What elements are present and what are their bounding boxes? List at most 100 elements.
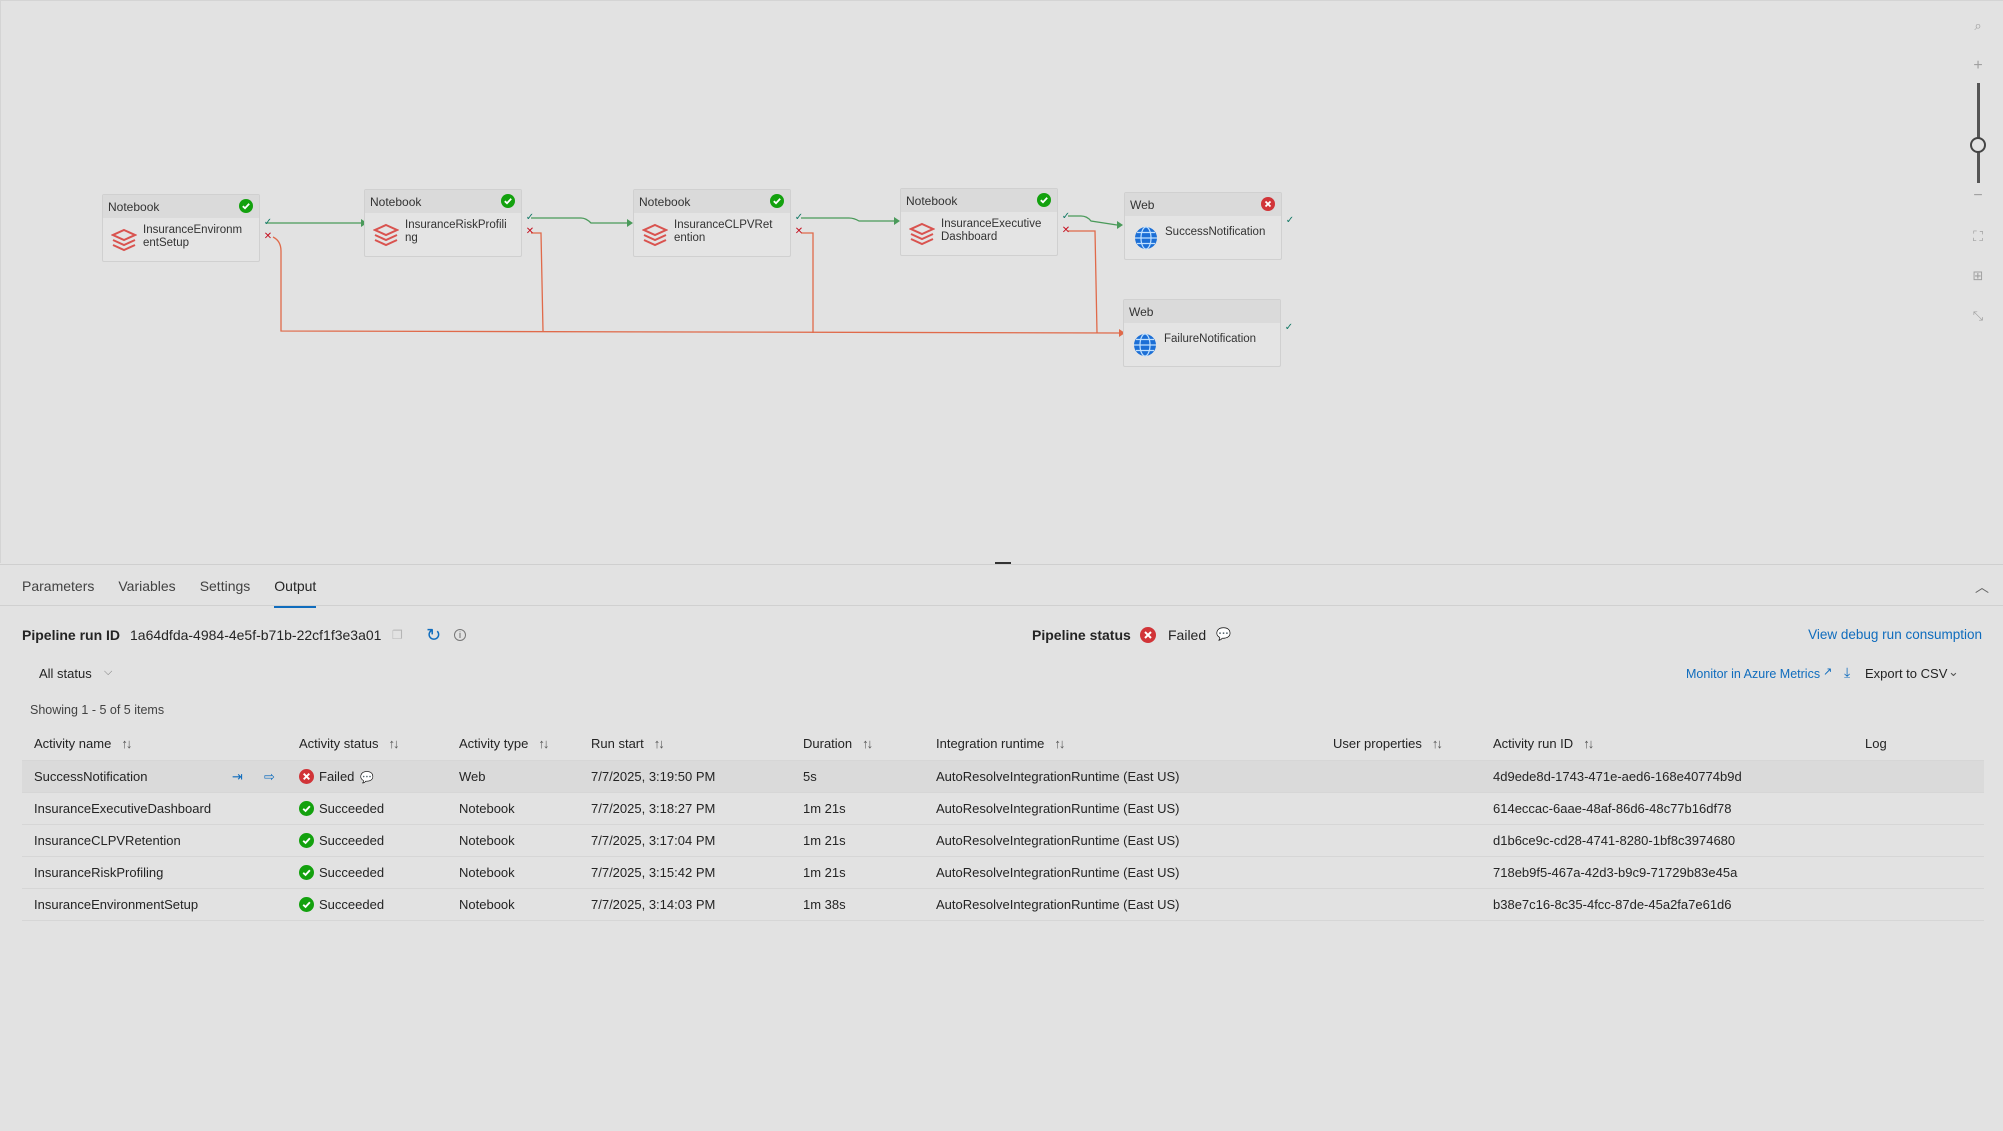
table-row[interactable]: SuccessNotification ⇥ ⇨ Failed 💬 Web 7/7/… [22, 761, 1984, 793]
node-name: InsuranceRiskProfiling [405, 219, 507, 244]
download-icon[interactable]: ⤓ [1844, 664, 1850, 681]
node-header: Notebook [365, 190, 521, 213]
info-icon[interactable]: i [454, 629, 466, 641]
failure-port[interactable]: ✕ [263, 232, 273, 242]
failed-icon [1261, 197, 1275, 211]
success-port[interactable]: ✓ [1284, 323, 1294, 333]
failure-edge-2 [531, 232, 544, 332]
activity-node-environment-setup[interactable]: Notebook InsuranceEnvironmentSetup ✓ ✕ [102, 194, 272, 262]
node-name: InsuranceExecutiveDashboard [941, 218, 1042, 243]
divider [0, 605, 2003, 606]
zoom-slider-thumb[interactable] [1970, 137, 1986, 153]
zoom-in-icon[interactable]: + [1967, 55, 1989, 77]
activity-name[interactable]: InsuranceExecutiveDashboard [34, 801, 211, 816]
chevron-down-icon[interactable]: ⌵ [104, 666, 112, 679]
integration-runtime: AutoResolveIntegrationRuntime (East US) [936, 833, 1180, 848]
zoom-slider[interactable] [1977, 83, 1980, 183]
pipeline-status-label: Pipeline status [1032, 627, 1131, 643]
header-activity-run-id[interactable]: Activity run ID ↑↓ [1493, 736, 1594, 751]
tab-output[interactable]: Output [274, 578, 317, 608]
auto-align-icon[interactable]: ⊞ [1967, 265, 1989, 287]
chevron-up-icon[interactable]: ︿ [1975, 577, 1989, 597]
activity-node-success-notification[interactable]: Web SuccessNotification ✓ [1124, 192, 1294, 260]
activity-node-clpv-retention[interactable]: Notebook InsuranceCLPVRetention ✓ ✕ [633, 189, 803, 257]
table-row[interactable]: InsuranceCLPVRetention Succeeded Noteboo… [22, 825, 1984, 857]
feedback-icon[interactable]: 💬 [360, 772, 374, 784]
integration-runtime: AutoResolveIntegrationRuntime (East US) [936, 865, 1180, 880]
sort-icon: ↑↓ [121, 736, 132, 751]
success-port[interactable]: ✓ [794, 213, 804, 223]
input-icon[interactable]: ⇥ [232, 769, 243, 785]
succeeded-icon [299, 801, 314, 816]
node-name: InsuranceCLPVRetention [674, 219, 773, 244]
success-port[interactable]: ✓ [1285, 216, 1295, 226]
failure-edge-4 [1068, 230, 1098, 334]
failure-edge-3 [801, 232, 814, 333]
integration-runtime: AutoResolveIntegrationRuntime (East US) [936, 897, 1180, 912]
activity-run-id: b38e7c16-8c35-4fcc-87de-45a2fa7e61d6 [1493, 897, 1732, 912]
header-log: Log [1865, 736, 1887, 751]
activity-node-risk-profiling[interactable]: Notebook InsuranceRiskProfiling ✓ ✕ [364, 189, 534, 257]
header-integration-runtime[interactable]: Integration runtime ↑↓ [936, 736, 1065, 751]
tab-parameters[interactable]: Parameters [22, 578, 94, 608]
succeeded-icon [299, 833, 314, 848]
chevron-down-icon[interactable]: ⌄ [1948, 664, 1959, 680]
activity-name[interactable]: InsuranceEnvironmentSetup [34, 897, 198, 912]
activity-node-executive-dashboard[interactable]: Notebook InsuranceExecutiveDashboard ✓ ✕ [900, 188, 1070, 256]
activity-run-id: d1b6ce9c-cd28-4741-8280-1bf8c3974680 [1493, 833, 1736, 848]
activity-type: Notebook [459, 801, 515, 816]
header-activity-status[interactable]: Activity status ↑↓ [299, 736, 399, 751]
tab-variables[interactable]: Variables [118, 578, 175, 608]
activity-name[interactable]: SuccessNotification [34, 769, 147, 784]
success-port[interactable]: ✓ [525, 213, 535, 223]
copy-icon[interactable]: ❐ [392, 628, 403, 642]
table-row[interactable]: InsuranceEnvironmentSetup Succeeded Note… [22, 889, 1984, 921]
duration: 1m 21s [803, 833, 846, 848]
tab-settings[interactable]: Settings [200, 578, 251, 608]
table-row[interactable]: InsuranceExecutiveDashboard Succeeded No… [22, 793, 1984, 825]
duration: 1m 38s [803, 897, 846, 912]
header-user-properties[interactable]: User properties ↑↓ [1333, 736, 1443, 751]
node-header: Notebook [634, 190, 790, 213]
node-type: Notebook [370, 195, 422, 209]
table-header: Activity name ↑↓ Activity status ↑↓ Activi… [22, 727, 1984, 761]
run-start: 7/7/2025, 3:18:27 PM [591, 801, 716, 816]
zoom-out-icon[interactable]: − [1967, 185, 1989, 207]
run-start: 7/7/2025, 3:15:42 PM [591, 865, 716, 880]
monitor-azure-metrics-link[interactable]: Monitor in Azure Metrics [1686, 667, 1820, 681]
collapse-icon[interactable]: ⤡ [1967, 305, 1989, 327]
status-filter-dropdown[interactable]: All status [39, 666, 92, 681]
table-row[interactable]: InsuranceRiskProfiling Succeeded Noteboo… [22, 857, 1984, 889]
pipeline-canvas[interactable]: Notebook InsuranceEnvironmentSetup ✓ ✕ N… [0, 0, 2003, 563]
header-activity-type[interactable]: Activity type ↑↓ [459, 736, 549, 751]
success-port[interactable]: ✓ [1061, 212, 1071, 222]
node-name: InsuranceEnvironmentSetup [143, 224, 243, 249]
success-port[interactable]: ✓ [263, 218, 273, 228]
activity-name[interactable]: InsuranceRiskProfiling [34, 865, 163, 880]
pipeline-edges [267, 215, 1125, 337]
header-activity-name[interactable]: Activity name ↑↓ [34, 736, 132, 751]
header-duration[interactable]: Duration ↑↓ [803, 736, 873, 751]
node-header: Notebook [103, 195, 259, 218]
activity-type: Notebook [459, 833, 515, 848]
activity-name[interactable]: InsuranceCLPVRetention [34, 833, 181, 848]
integration-runtime: AutoResolveIntegrationRuntime (East US) [936, 801, 1180, 816]
header-run-start[interactable]: Run start ↑↓ [591, 736, 665, 751]
view-debug-consumption-link[interactable]: View debug run consumption [1808, 627, 1982, 642]
fit-to-screen-icon[interactable]: ⛶ [1967, 225, 1989, 247]
globe-icon [1135, 226, 1157, 250]
failure-port[interactable]: ✕ [1061, 226, 1071, 236]
feedback-icon[interactable]: 💬 [1216, 627, 1231, 641]
search-icon[interactable]: ⌕ [1967, 15, 1989, 37]
activity-status: Failed 💬 [299, 769, 374, 784]
refresh-icon[interactable]: ↻ [426, 625, 441, 646]
output-panel: Parameters Variables Settings Output ︿ P… [0, 564, 2003, 1131]
failure-port[interactable]: ✕ [525, 227, 535, 237]
node-name: FailureNotification [1164, 333, 1257, 345]
failure-port[interactable]: ✕ [794, 227, 804, 237]
export-csv-button[interactable]: Export to CSV [1865, 666, 1947, 681]
notebook-icon [642, 223, 668, 247]
output-icon[interactable]: ⇨ [264, 769, 275, 785]
activity-node-failure-notification[interactable]: Web FailureNotification ✓ [1123, 299, 1293, 367]
notebook-icon [111, 228, 137, 252]
